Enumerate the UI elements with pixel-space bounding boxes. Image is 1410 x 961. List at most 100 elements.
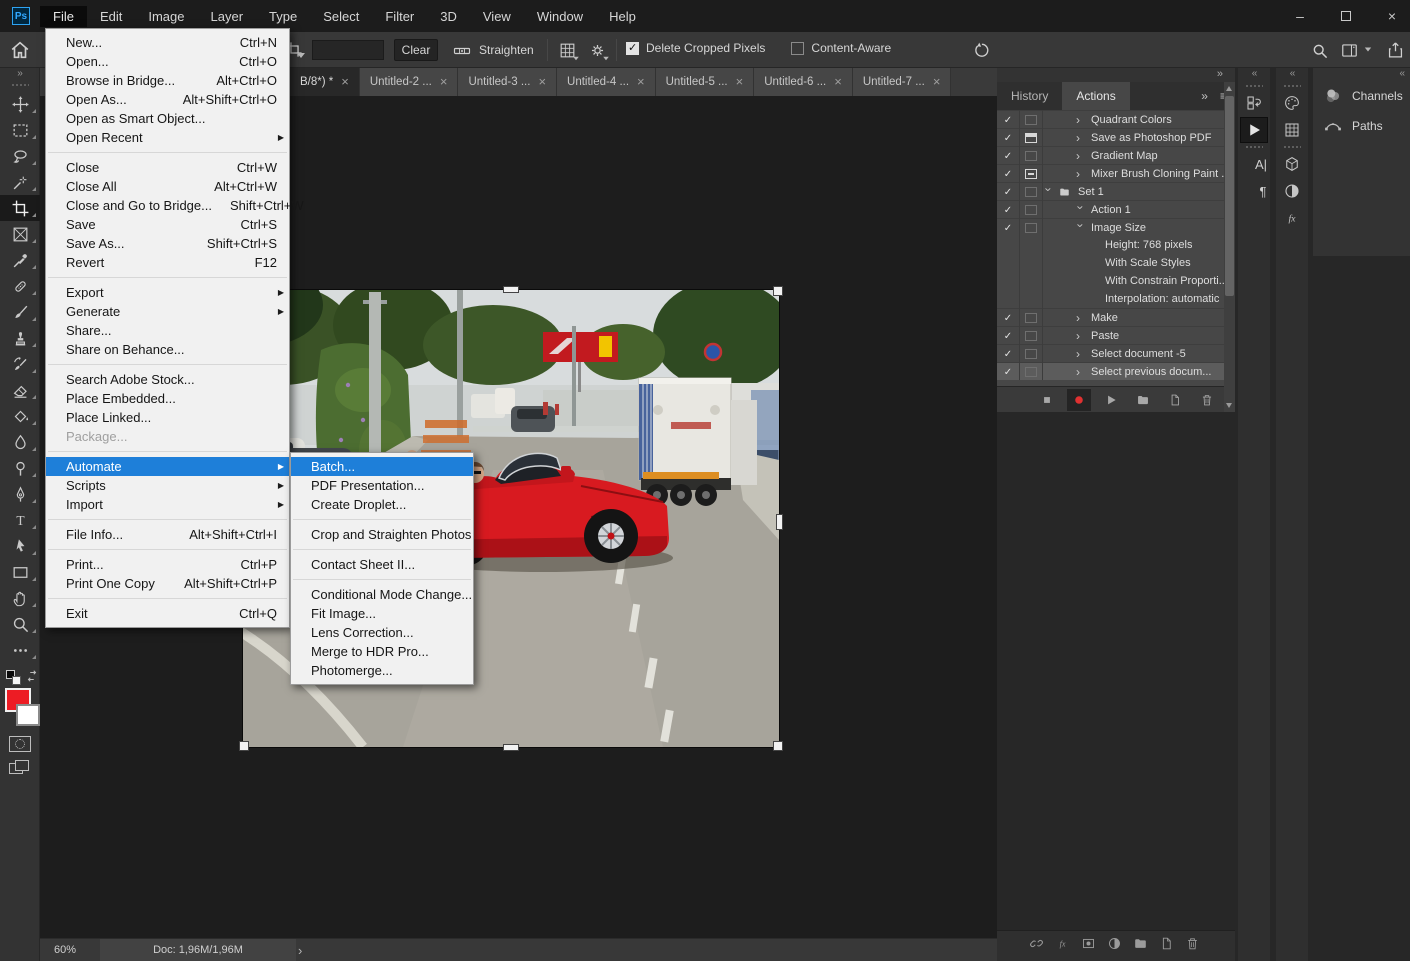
menubar-item[interactable]: Help: [596, 6, 649, 27]
file-menu-item[interactable]: Browse in Bridge... Alt+Ctrl+O ▶: [46, 71, 289, 90]
file-menu-item[interactable]: Automate ▶: [46, 457, 289, 476]
action-check-toggle[interactable]: ✓: [997, 222, 1019, 234]
expand-caret-icon[interactable]: ›: [1076, 329, 1085, 343]
automate-menu-item[interactable]: Photomerge... ▶: [291, 661, 473, 680]
action-check-toggle[interactable]: ✓: [997, 312, 1019, 324]
color-panel-icon[interactable]: [1279, 91, 1305, 115]
document-tab[interactable]: Untitled-6 ... ×: [754, 68, 853, 96]
hand-tool[interactable]: [0, 585, 40, 611]
file-menu-item[interactable]: Save As... Shift+Ctrl+S ▶: [46, 234, 289, 253]
menubar-item[interactable]: Select: [310, 6, 372, 27]
file-menu-item[interactable]: Package... ▶: [46, 427, 289, 446]
action-row[interactable]: ✓ › Paste: [997, 326, 1235, 344]
document-tab[interactable]: Untitled-7 ... ×: [853, 68, 952, 96]
panel-collapse-icon[interactable]: »: [1201, 82, 1208, 110]
expand-caret-icon[interactable]: ›: [1074, 205, 1088, 214]
character-panel-icon[interactable]: A|: [1241, 152, 1267, 176]
actions-scrollbar[interactable]: [1224, 82, 1235, 412]
workspace-icon[interactable]: [1340, 41, 1359, 60]
paths-panel-item[interactable]: Paths: [1313, 111, 1410, 141]
rectangular-marquee-tool[interactable]: [0, 117, 40, 143]
new-set-button[interactable]: [1131, 389, 1155, 411]
file-menu-item[interactable]: Search Adobe Stock... ▶: [46, 370, 289, 389]
action-check-toggle[interactable]: ✓: [997, 204, 1019, 216]
edit-toolbar-button[interactable]: [0, 637, 40, 663]
action-dialog-toggle[interactable]: [1019, 133, 1042, 143]
rail-grip[interactable]: [1245, 84, 1263, 88]
action-dialog-toggle[interactable]: [1019, 205, 1042, 215]
actions-panel-icon[interactable]: [1241, 118, 1267, 142]
expand-caret-icon[interactable]: ›: [1076, 167, 1085, 181]
rectangle-tool[interactable]: [0, 559, 40, 585]
file-menu-item[interactable]: Export ▶: [46, 283, 289, 302]
menubar-item[interactable]: Edit: [87, 6, 135, 27]
delete-cropped-pixels-checkbox[interactable]: Delete Cropped Pixels: [626, 41, 765, 55]
action-check-toggle[interactable]: ✓: [997, 114, 1019, 126]
crop-handle[interactable]: [773, 286, 783, 296]
action-dialog-toggle[interactable]: [1019, 349, 1042, 359]
action-dialog-toggle[interactable]: [1019, 313, 1042, 323]
action-dialog-toggle[interactable]: [1019, 187, 1042, 197]
expand-caret-icon[interactable]: ›: [1076, 311, 1085, 325]
action-row[interactable]: ✓ › Mixer Brush Cloning Paint ...: [997, 164, 1235, 182]
document-tab[interactable]: B/8*) * ×: [290, 68, 360, 96]
eraser-tool[interactable]: [0, 377, 40, 403]
action-dialog-toggle[interactable]: [1019, 331, 1042, 341]
maximize-button[interactable]: [1336, 8, 1356, 24]
action-row[interactable]: ✓ › Select previous docum...: [997, 362, 1235, 380]
adjustment-layer-button[interactable]: [1107, 936, 1122, 956]
gradient-tool[interactable]: [0, 403, 40, 429]
action-row[interactable]: ✓ › Action 1: [997, 200, 1235, 218]
file-menu-item[interactable]: Share on Behance... ▶: [46, 340, 289, 359]
file-menu-item[interactable]: Save Ctrl+S ▶: [46, 215, 289, 234]
quick-selection-tool[interactable]: [0, 169, 40, 195]
document-tab[interactable]: Untitled-2 ... ×: [360, 68, 459, 96]
collapse-dock-icon[interactable]: «: [1276, 68, 1308, 81]
toolbar-expand-icon[interactable]: »: [0, 68, 39, 80]
straighten-icon[interactable]: [452, 41, 472, 61]
file-menu-item[interactable]: Scripts ▶: [46, 476, 289, 495]
document-size-field[interactable]: Doc: 1,96M/1,96M: [100, 939, 296, 961]
menubar-item[interactable]: View: [470, 6, 524, 27]
action-check-toggle[interactable]: ✓: [997, 132, 1019, 144]
action-check-toggle[interactable]: ✓: [997, 150, 1019, 162]
expand-caret-icon[interactable]: ›: [1074, 223, 1088, 232]
crop-handle[interactable]: [773, 741, 783, 751]
spot-healing-brush-tool[interactable]: [0, 273, 40, 299]
gear-caret-icon[interactable]: [603, 57, 609, 61]
file-menu-item[interactable]: New... Ctrl+N ▶: [46, 33, 289, 52]
action-row[interactable]: ✓ › Quadrant Colors: [997, 110, 1235, 128]
tab-close-icon[interactable]: ×: [933, 77, 941, 87]
action-row[interactable]: ✓ › With Constrain Proporti...: [997, 272, 1235, 290]
default-colors-control[interactable]: [0, 668, 40, 686]
dock-overflow-icon[interactable]: »: [1217, 68, 1223, 80]
automate-menu-item[interactable]: Conditional Mode Change... ▶: [291, 585, 473, 604]
new-layer-button[interactable]: [1159, 936, 1174, 956]
tab-close-icon[interactable]: ×: [834, 77, 842, 87]
paragraph-panel-icon[interactable]: ¶: [1241, 179, 1267, 203]
status-options-caret-icon[interactable]: ›: [298, 939, 302, 961]
path-selection-tool[interactable]: [0, 533, 40, 559]
expand-caret-icon[interactable]: ›: [1076, 365, 1085, 379]
styles-panel-icon[interactable]: [1279, 206, 1305, 230]
action-row[interactable]: ✓ › Height: 768 pixels: [997, 236, 1235, 254]
action-row[interactable]: ✓ › Save as Photoshop PDF: [997, 128, 1235, 146]
zoom-level-field[interactable]: 60%: [54, 939, 76, 961]
rail-grip[interactable]: [1283, 84, 1301, 88]
scroll-down-icon[interactable]: [1226, 403, 1232, 408]
layer-effects-button[interactable]: [1055, 936, 1070, 956]
menubar-item[interactable]: 3D: [427, 6, 470, 27]
tab-close-icon[interactable]: ×: [440, 77, 448, 87]
crop-handle[interactable]: [239, 741, 249, 751]
swatches-panel-icon[interactable]: [1279, 118, 1305, 142]
delete-action-button[interactable]: [1195, 389, 1219, 411]
toolbar-grip[interactable]: [11, 83, 29, 87]
action-row[interactable]: ✓ › With Scale Styles: [997, 254, 1235, 272]
tab-close-icon[interactable]: ×: [341, 77, 349, 87]
action-dialog-toggle[interactable]: [1019, 367, 1042, 377]
quick-mask-button[interactable]: [9, 736, 31, 752]
file-menu-item[interactable]: Place Embedded... ▶: [46, 389, 289, 408]
libraries-panel-icon[interactable]: [1279, 152, 1305, 176]
file-menu-item[interactable]: Open as Smart Object... ▶: [46, 109, 289, 128]
action-dialog-toggle[interactable]: [1019, 169, 1042, 179]
